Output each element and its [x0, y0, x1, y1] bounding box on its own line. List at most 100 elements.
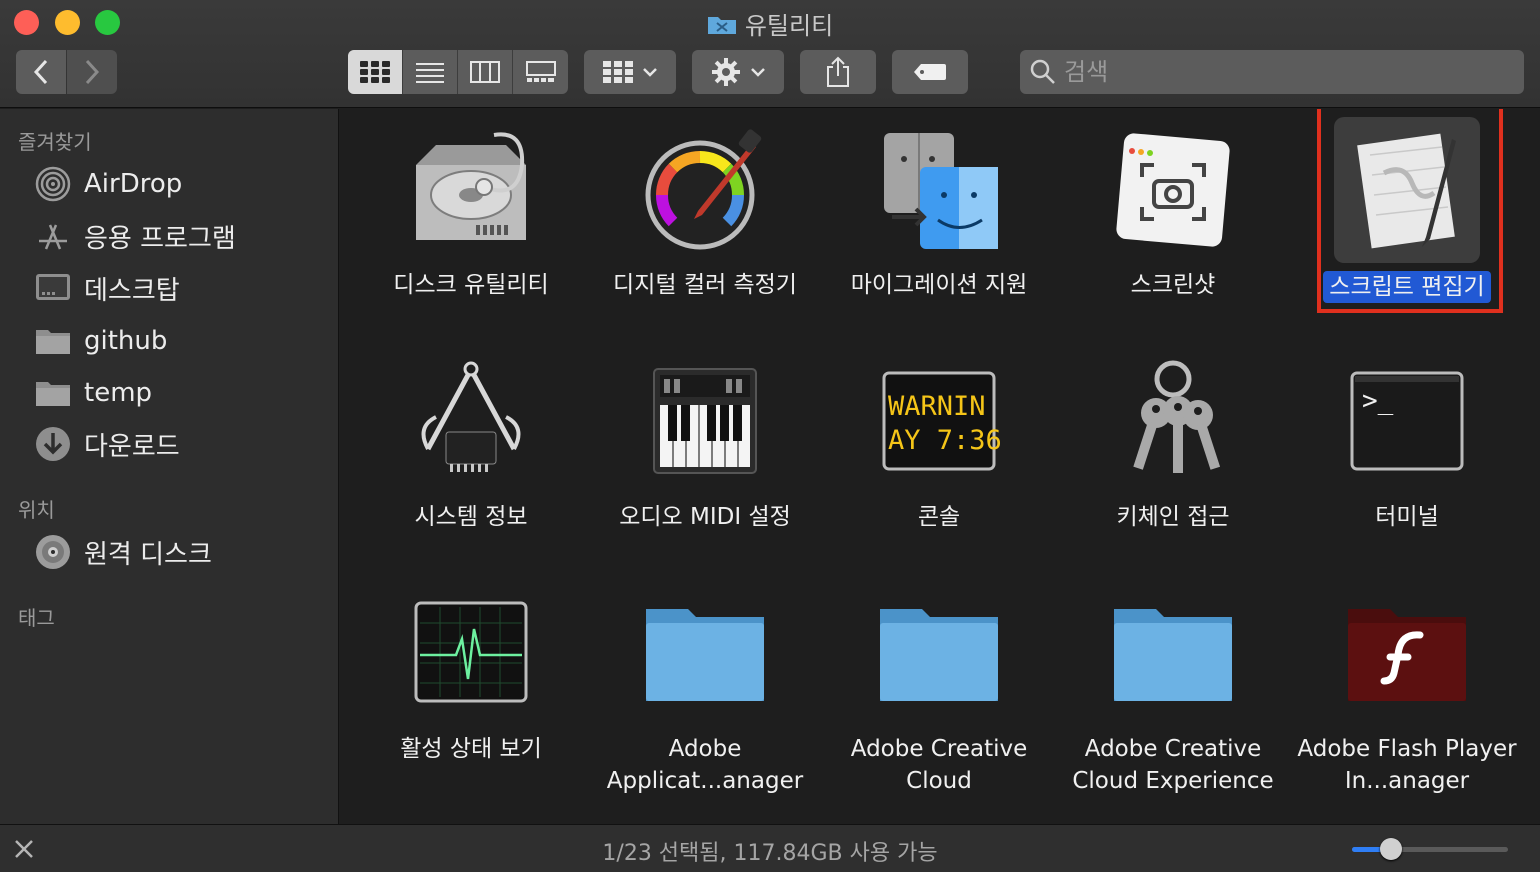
sidebar: 즐겨찾기 AirDrop 응용 프로그램 데스크탑 github temp 다운…: [0, 109, 339, 824]
file-item[interactable]: Adobe Creative Cloud: [822, 589, 1056, 797]
console-icon: WARNIN AY 7:36: [874, 357, 1004, 487]
favorites-header: 즐겨찾기: [18, 130, 92, 154]
file-item-label: 시스템 정보: [414, 504, 528, 530]
search-input[interactable]: [1064, 58, 1504, 86]
icon-size-slider[interactable]: [1352, 838, 1508, 860]
grid-icon: [360, 61, 390, 83]
share-button[interactable]: [800, 50, 876, 94]
icon-view-button[interactable]: [348, 50, 403, 94]
status-text: 1/23 선택됨, 117.84GB 사용 가능: [602, 841, 938, 866]
tag-button[interactable]: [892, 50, 968, 94]
file-item[interactable]: 활성 상태 보기: [354, 589, 588, 765]
tags-header: 태그: [18, 606, 55, 630]
file-item[interactable]: 디지털 컬러 측정기: [588, 125, 822, 301]
file-item[interactable]: Adobe Creative Cloud Experience: [1056, 589, 1290, 797]
file-item-label: 오디오 MIDI 설정: [619, 504, 791, 530]
sidebar-item-label: 원격 디스크: [84, 539, 212, 570]
desktop-icon: [34, 269, 72, 307]
sidebar-item-applications[interactable]: 응용 프로그램: [34, 214, 334, 258]
finder-window: 유틸리티 검색 즐겨찾기 AirDrop 응용 프로그램 데스크탑 github…: [0, 0, 1540, 872]
action-button[interactable]: [692, 50, 784, 94]
flash-icon: [1342, 589, 1472, 719]
file-item-label: 콘솔: [917, 504, 961, 530]
share-icon: [827, 56, 849, 87]
folder-icon: [34, 322, 72, 360]
file-grid: 디스크 유틸리티 디지털 컬러 측정기 마이그레이션 지원 스크린샷 스크립트 …: [340, 109, 1540, 824]
color-meter-icon: [640, 125, 770, 255]
search-field[interactable]: [1020, 50, 1524, 94]
sidebar-item-remote-disc[interactable]: 원격 디스크: [34, 530, 334, 574]
file-item[interactable]: 시스템 정보: [354, 357, 588, 533]
terminal-prompt: >_: [1362, 386, 1394, 416]
file-item-selected[interactable]: 스크립트 편집기: [1290, 117, 1524, 303]
chevron-down-icon: [643, 68, 657, 77]
file-item-label: Adobe Creative Cloud Experience: [1072, 736, 1274, 794]
search-icon: [1030, 59, 1055, 84]
back-button[interactable]: [16, 50, 66, 94]
file-item-label: 디스크 유틸리티: [393, 272, 549, 298]
file-item[interactable]: Adobe Flash Player In...anager: [1290, 589, 1524, 797]
column-view-button[interactable]: [458, 50, 513, 94]
gallery-icon: [525, 61, 556, 82]
view-mode-group: [348, 50, 568, 94]
file-item-label: 마이그레이션 지원: [850, 272, 1028, 298]
script-editor-icon: [1334, 117, 1480, 263]
console-line: WARNIN: [888, 391, 986, 422]
file-item-label: Adobe Applicat...anager: [606, 736, 804, 794]
folder-icon: [874, 589, 1004, 719]
sidebar-item-label: 응용 프로그램: [84, 223, 236, 254]
sidebar-item-label: temp: [84, 378, 153, 408]
sidebar-item-label: github: [84, 326, 168, 356]
file-item[interactable]: Adobe Applicat...anager: [588, 589, 822, 797]
screenshot-icon: [1108, 125, 1238, 255]
window-title: 유틸리티: [0, 6, 1540, 41]
file-item-label: 터미널: [1375, 504, 1439, 530]
slider-knob[interactable]: [1380, 838, 1402, 860]
file-item-label: Adobe Flash Player In...anager: [1297, 736, 1517, 794]
file-item[interactable]: 스크린샷: [1056, 125, 1290, 301]
file-item[interactable]: >_ 터미널: [1290, 357, 1524, 533]
console-line: AY 7:36: [888, 425, 1002, 456]
sidebar-item-desktop[interactable]: 데스크탑: [34, 266, 334, 310]
columns-icon: [470, 61, 500, 83]
forward-button[interactable]: [67, 50, 117, 94]
sidebar-item-downloads[interactable]: 다운로드: [34, 422, 334, 466]
file-item[interactable]: 마이그레이션 지원: [822, 125, 1056, 301]
file-item[interactable]: 키체인 접근: [1056, 357, 1290, 533]
file-item-label: Adobe Creative Cloud: [850, 736, 1028, 794]
airdrop-icon: [34, 165, 72, 203]
file-item[interactable]: WARNIN AY 7:36 콘솔: [822, 357, 1056, 533]
tag-icon: [914, 64, 946, 80]
folder-icon: [1108, 589, 1238, 719]
list-icon: [416, 63, 444, 83]
window-title-text: 유틸리티: [744, 12, 834, 40]
file-item-label: 스크립트 편집기: [1323, 271, 1491, 303]
list-view-button[interactable]: [403, 50, 458, 94]
audio-midi-icon: [640, 357, 770, 487]
activity-monitor-icon: [406, 589, 536, 719]
toolbar: 유틸리티: [0, 0, 1540, 108]
group-by-button[interactable]: [584, 50, 676, 94]
chevron-right-icon: [85, 59, 100, 85]
gallery-view-button[interactable]: [513, 50, 568, 94]
keychain-icon: [1108, 357, 1238, 487]
applications-icon: [34, 217, 72, 255]
sidebar-item-label: 다운로드: [84, 431, 180, 462]
sidebar-item-github[interactable]: github: [34, 319, 334, 363]
file-item-label: 디지털 컬러 측정기: [613, 272, 797, 298]
folder-icon: [640, 589, 770, 719]
chevron-left-icon: [33, 59, 48, 85]
terminal-icon: >_: [1342, 357, 1472, 487]
locations-header: 위치: [18, 498, 55, 522]
file-item[interactable]: 디스크 유틸리티: [354, 125, 588, 301]
group-grid-icon: [603, 61, 633, 83]
status-bar: 1/23 선택됨, 117.84GB 사용 가능: [0, 824, 1540, 872]
sidebar-item-label: 데스크탑: [84, 275, 180, 306]
sidebar-item-temp[interactable]: temp: [34, 371, 334, 415]
disk-utility-icon: [406, 125, 536, 255]
disc-icon: [34, 533, 72, 571]
sidebar-item-label: AirDrop: [84, 169, 183, 199]
file-item[interactable]: 오디오 MIDI 설정: [588, 357, 822, 533]
migration-assistant-icon: [874, 125, 1004, 255]
sidebar-item-airdrop[interactable]: AirDrop: [34, 162, 334, 206]
